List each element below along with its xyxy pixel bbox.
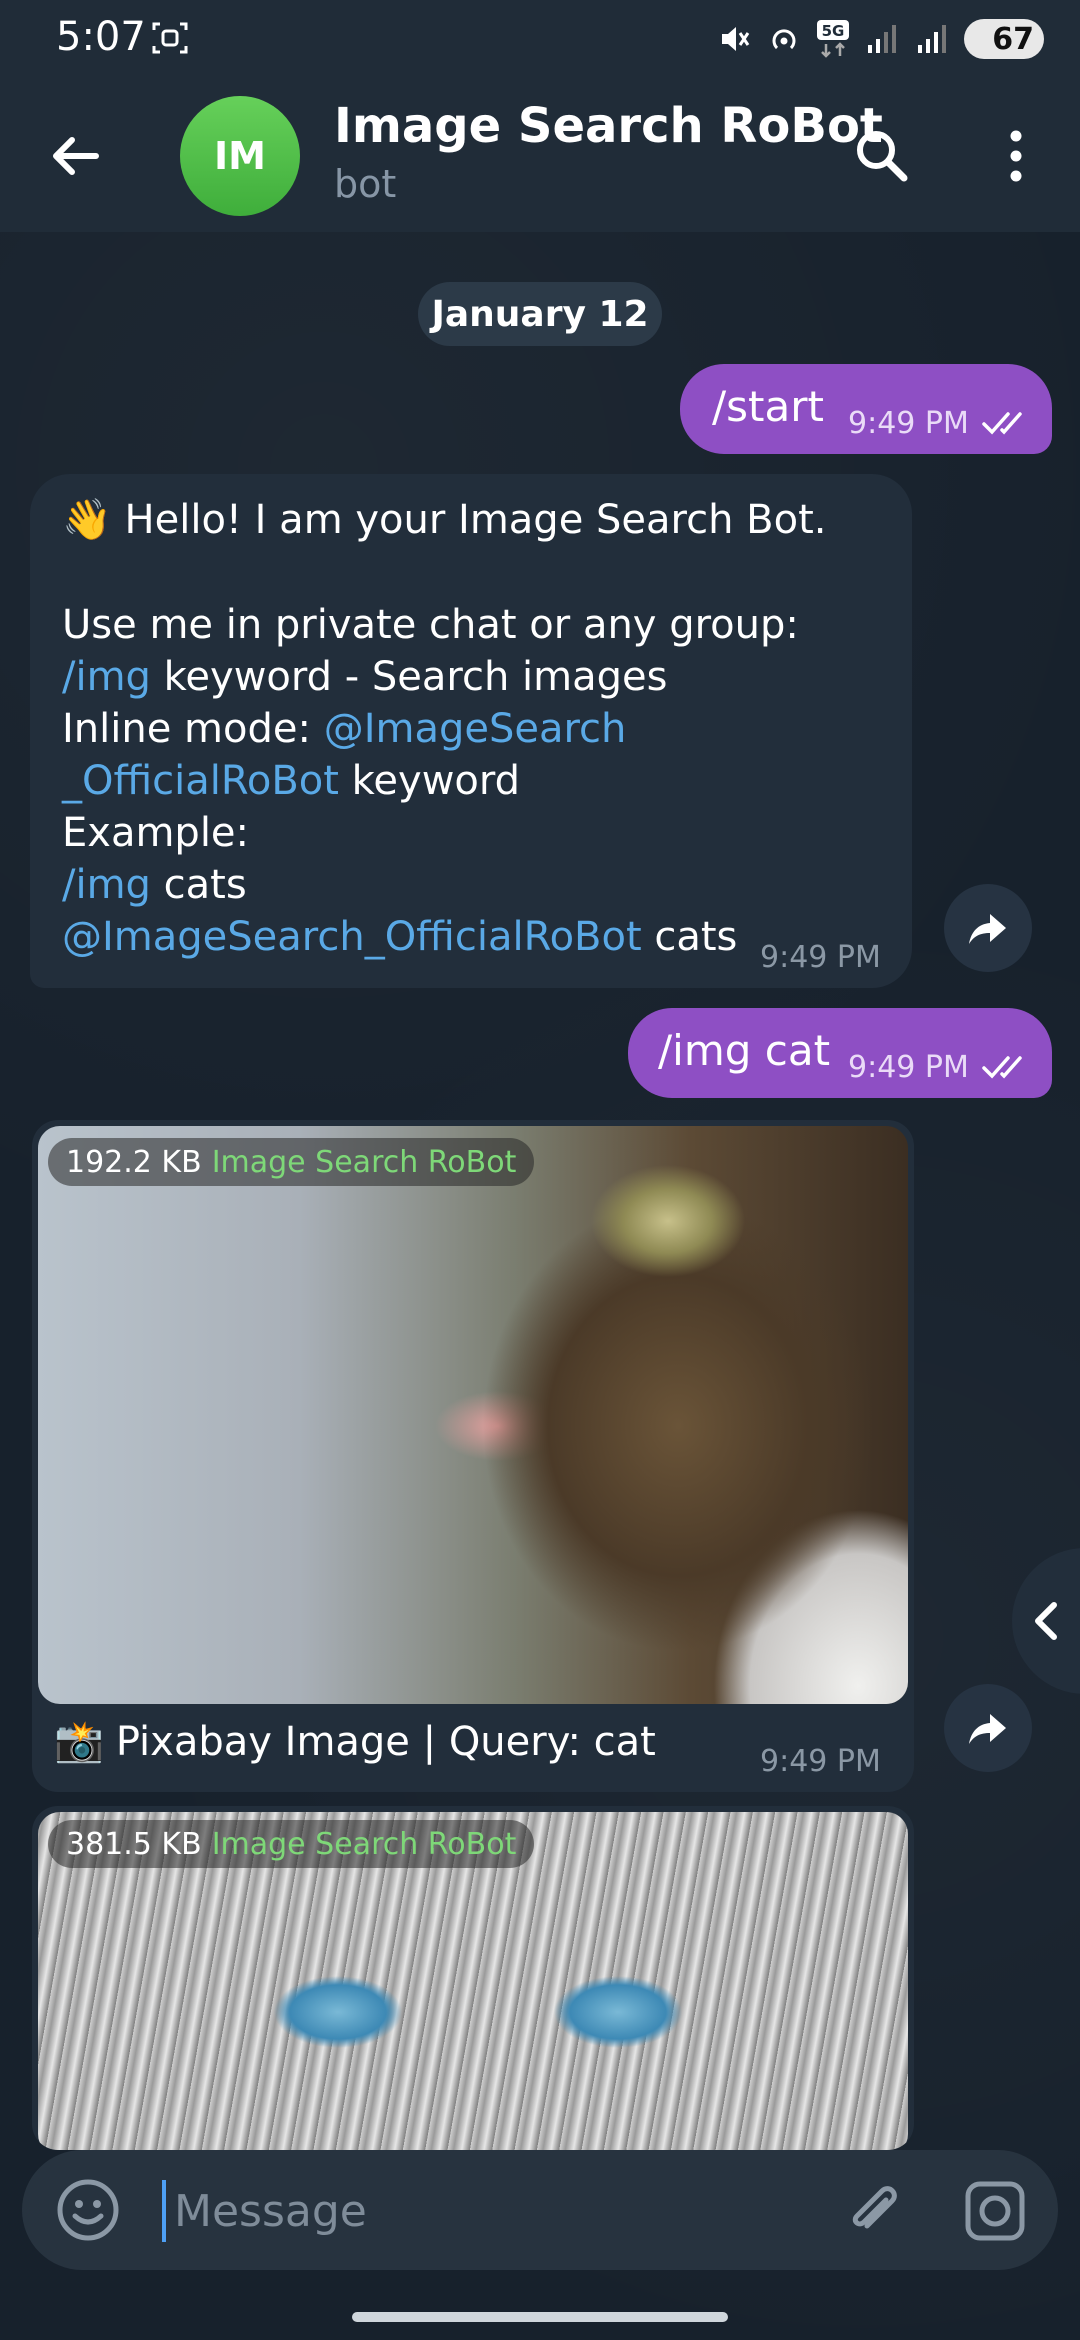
back-arrow-icon[interactable] xyxy=(40,120,112,192)
forward-arrow-icon xyxy=(969,1714,1006,1744)
battery-icon: 67 xyxy=(964,19,1044,59)
avatar[interactable]: IM xyxy=(180,96,300,216)
message-time: 9:49 PM xyxy=(848,406,969,441)
emoji-icon[interactable] xyxy=(56,2178,120,2242)
battery-level: 67 xyxy=(992,21,1034,57)
status-bar: 5:07 5G 67 xyxy=(0,0,1080,80)
message-time: 9:49 PM xyxy=(848,1050,969,1085)
cat-photo[interactable] xyxy=(38,1126,908,1704)
date-separator: January 12 xyxy=(418,282,662,346)
hotspot-icon xyxy=(772,29,796,50)
message-line: /img cats xyxy=(62,862,247,908)
photo-size-badge: 192.2 KB Image Search RoBot xyxy=(48,1138,535,1186)
username-link[interactable]: _OfficialRoBot xyxy=(62,758,339,804)
message-line: Example: xyxy=(62,810,250,856)
chat-title[interactable]: Image Search RoBot xyxy=(334,98,883,154)
message-line: _OfficialRoBot keyword xyxy=(62,758,521,804)
signal-icon xyxy=(868,25,896,53)
wave-emoji: 👋 xyxy=(62,497,112,543)
photo-message[interactable]: 192.2 KB Image Search RoBot 📸 Pixabay Im… xyxy=(32,1120,914,1792)
command-link[interactable]: /img xyxy=(62,862,151,908)
message-time: 9:49 PM xyxy=(760,940,881,975)
screenshot-icon xyxy=(152,22,188,54)
photo-size: 381.5 KB xyxy=(66,1826,202,1862)
message-line: @ImageSearch_OfficialRoBot cats xyxy=(62,914,738,960)
message-text: /img cat xyxy=(658,1026,831,1075)
outgoing-message[interactable]: /start 9:49 PM xyxy=(680,364,1052,454)
outgoing-message[interactable]: /img cat 9:49 PM xyxy=(628,1008,1052,1098)
command-link[interactable]: /img xyxy=(62,654,151,700)
signal-icon xyxy=(918,25,946,53)
message-line: Inline mode: @ImageSearch xyxy=(62,706,627,752)
via-bot-label[interactable]: Image Search RoBot xyxy=(212,1827,517,1862)
read-checkmarks-icon xyxy=(982,1056,1022,1079)
svg-text:5G: 5G xyxy=(822,22,845,40)
username-link[interactable]: @ImageSearch_OfficialRoBot xyxy=(62,914,642,960)
camera-icon[interactable] xyxy=(962,2178,1028,2244)
mute-icon xyxy=(722,27,750,51)
incoming-message[interactable]: 👋 Hello! I am your Image Search Bot. Use… xyxy=(30,474,912,988)
username-link[interactable]: @ImageSearch xyxy=(324,706,627,752)
via-bot-label[interactable]: Image Search RoBot xyxy=(212,1145,517,1180)
photo-size: 192.2 KB xyxy=(66,1144,202,1180)
search-icon[interactable] xyxy=(846,120,918,192)
avatar-initials: IM xyxy=(214,134,266,178)
forward-button[interactable] xyxy=(944,884,1032,972)
photo-message[interactable]: 381.5 KB Image Search RoBot xyxy=(32,1806,914,2150)
photo-size-badge: 381.5 KB Image Search RoBot xyxy=(48,1820,535,1868)
chevron-left-icon xyxy=(1035,1602,1057,1640)
chat-header: IM Image Search RoBot bot xyxy=(0,80,1080,232)
message-line: Use me in private chat or any group: xyxy=(62,602,799,648)
message-composer xyxy=(22,2150,1058,2270)
read-checkmarks-icon xyxy=(982,412,1022,435)
message-text: /start xyxy=(712,382,824,431)
attach-icon[interactable] xyxy=(842,2178,908,2244)
home-indicator[interactable] xyxy=(352,2312,728,2322)
text-cursor xyxy=(162,2180,166,2242)
message-input[interactable] xyxy=(172,2170,826,2252)
camera-emoji: 📸 xyxy=(54,1719,104,1765)
forward-arrow-icon xyxy=(969,914,1006,944)
status-icons: 5G 67 xyxy=(716,14,1044,64)
message-time: 9:49 PM xyxy=(760,1744,881,1779)
more-menu-icon[interactable] xyxy=(980,120,1052,192)
forward-button[interactable] xyxy=(944,1684,1032,1772)
message-line: /img keyword - Search images xyxy=(62,654,668,700)
status-time: 5:07 xyxy=(56,14,146,60)
5g-icon: 5G xyxy=(817,20,849,58)
message-line: 👋 Hello! I am your Image Search Bot. xyxy=(62,497,827,543)
chat-subtitle: bot xyxy=(334,162,397,206)
photo-caption: 📸 Pixabay Image | Query: cat xyxy=(54,1718,656,1766)
